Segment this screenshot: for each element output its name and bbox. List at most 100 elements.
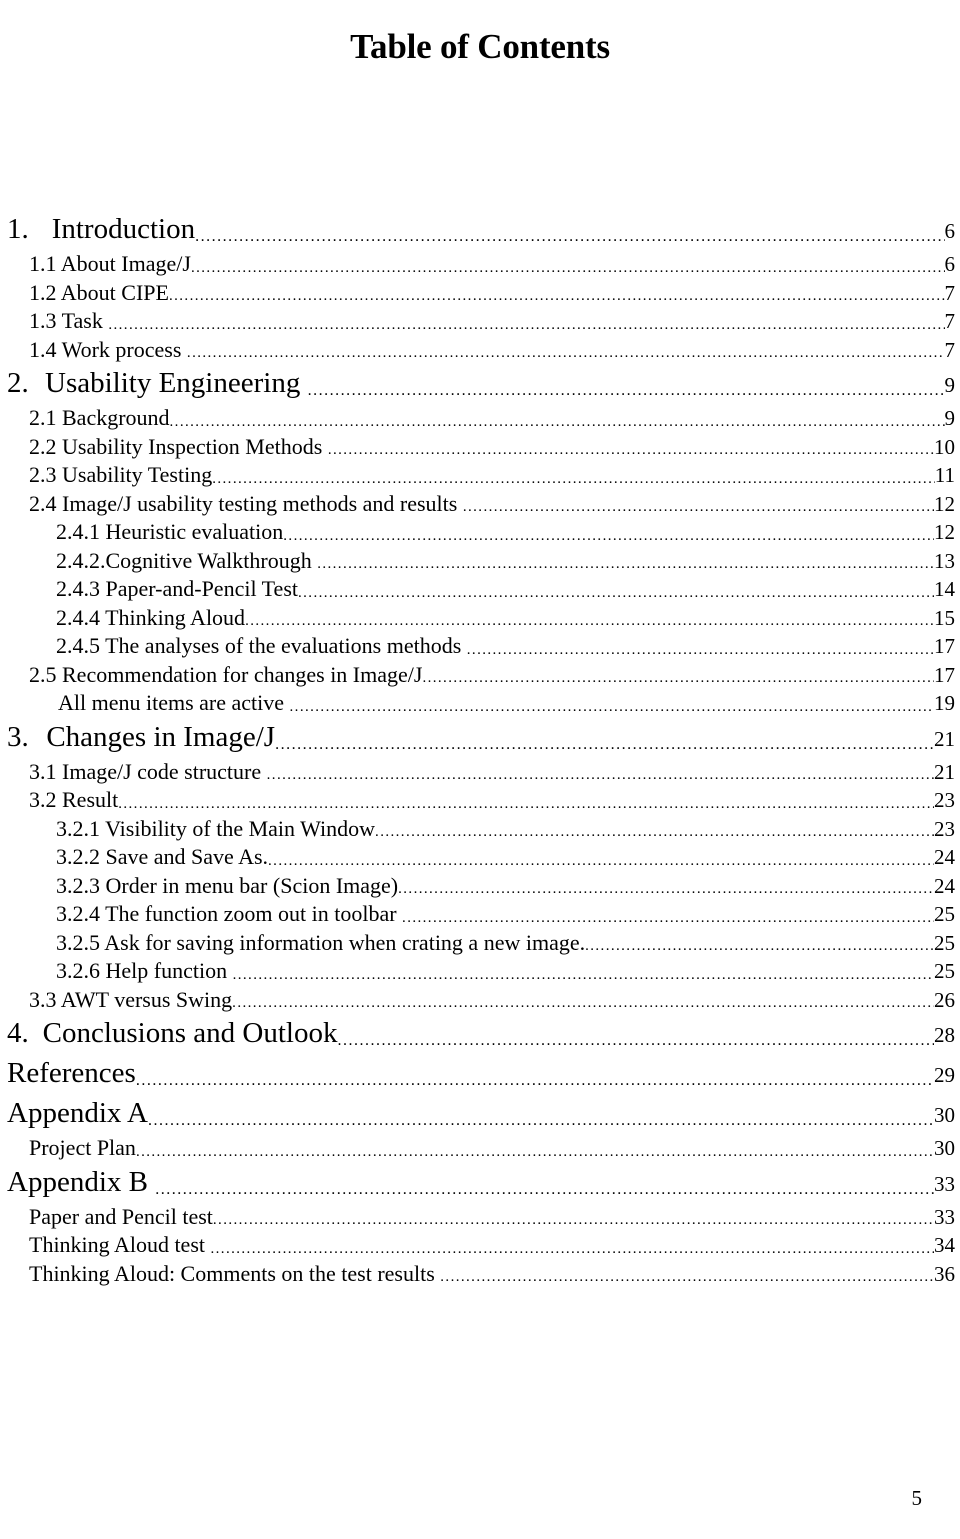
toc-entry[interactable]: 4. Conclusions and Outlook 28	[0, 1014, 960, 1054]
toc-entry[interactable]: 2. Usability Engineering 9	[0, 364, 960, 404]
toc-entry-label: Introduction	[51, 213, 196, 245]
toc-entry[interactable]: 2.4.4 Thinking Aloud 15	[0, 604, 960, 633]
toc-entry[interactable]: 2.4 Image/J usability testing methods an…	[0, 490, 960, 519]
toc-entry-page-number: 25	[934, 930, 955, 955]
dot-leader	[328, 446, 934, 461]
toc-entry-page-number: 10	[934, 434, 955, 459]
toc-entry[interactable]: Appendix B 33	[0, 1163, 960, 1203]
toc-entry-number: 4.	[7, 1017, 29, 1049]
toc-entry-page-number: 6	[944, 252, 956, 276]
toc-entry[interactable]: 3.2 Result 23	[0, 786, 960, 815]
toc-entry-page-number: 30	[934, 1136, 955, 1160]
dot-leader	[268, 857, 934, 872]
toc-entry-page-number: 24	[934, 845, 955, 869]
toc-entry[interactable]: 1.4 Work process 7	[0, 336, 960, 365]
toc-entry-page-number: 30	[934, 1103, 955, 1127]
dot-leader	[213, 1216, 934, 1231]
dot-leader	[108, 321, 944, 336]
dot-leader	[211, 1245, 935, 1260]
toc-entry-label: 2.4.2.Cognitive Walkthrough	[56, 547, 318, 573]
toc-entry[interactable]: 2.2 Usability Inspection Methods 10	[0, 433, 960, 462]
dot-leader	[440, 1273, 934, 1288]
toc-entry-page-number: 7	[944, 337, 956, 362]
dot-leader	[298, 589, 934, 604]
toc-entry[interactable]: Paper and Pencil test 33	[0, 1203, 960, 1232]
toc-entry-label: 1.1 About Image/J	[29, 251, 191, 276]
toc-entry[interactable]: All menu items are active 19	[0, 689, 960, 718]
document-page: Table of Contents 1.Introduction61.1 Abo…	[0, 0, 960, 1539]
toc-entry[interactable]: 1.1 About Image/J 6	[0, 250, 960, 279]
toc-entry-page-number: 6	[944, 219, 956, 243]
toc-entry[interactable]: Thinking Aloud: Comments on the test res…	[0, 1260, 960, 1289]
toc-entry-page-number: 23	[934, 816, 955, 841]
toc-entry[interactable]: 1. Introduction 6	[0, 210, 960, 250]
toc-entry-label: Conclusions and Outlook	[42, 1017, 338, 1049]
toc-entry-label: 3.2 Result	[29, 787, 119, 812]
toc-entry-page-number: 9	[944, 373, 956, 397]
toc-entry-page-number: 14	[934, 577, 955, 601]
toc-entry[interactable]: 2.3 Usability Testing 11	[0, 461, 960, 490]
toc-entry-page-number: 34	[934, 1233, 955, 1257]
dot-leader	[317, 560, 934, 575]
toc-entry[interactable]: 2.5 Recommendation for changes in Image/…	[0, 661, 960, 690]
toc-entry[interactable]: 3.2.5 Ask for saving information when cr…	[0, 929, 960, 958]
toc-entry-label: 3.2.3 Order in menu bar (Scion Image)	[56, 872, 399, 898]
toc-entry[interactable]: 3.2.6 Help function 25	[0, 957, 960, 986]
page-title: Table of Contents	[350, 27, 610, 67]
toc-entry-label: 3.2.4 The function zoom out in toolbar	[56, 901, 403, 926]
toc-entry-label: References	[7, 1057, 136, 1089]
toc-entry-page-number: 7	[944, 280, 956, 305]
toc-entry-label: 2.2 Usability Inspection Methods	[29, 433, 328, 459]
toc-entry-label: 2.4.5 The analyses of the evaluations me…	[56, 633, 467, 658]
toc-entry[interactable]: 2.4.1 Heuristic evaluation 12	[0, 518, 960, 547]
toc-entry-page-number: 12	[934, 520, 955, 544]
toc-entry[interactable]: Thinking Aloud test 34	[0, 1231, 960, 1260]
toc-entry[interactable]: 3. Changes in Image/J 21	[0, 718, 960, 758]
dot-leader	[337, 1038, 934, 1054]
toc-entry[interactable]: 1.3 Task 7	[0, 307, 960, 336]
dot-leader	[148, 1118, 934, 1134]
toc-entry[interactable]: 3.2.3 Order in menu bar (Scion Image) 24	[0, 872, 960, 901]
toc-entry[interactable]: 2.4.3 Paper-and-Pencil Test 14	[0, 575, 960, 604]
dot-leader	[136, 1148, 934, 1163]
toc-entry[interactable]: 3.2.4 The function zoom out in toolbar 2…	[0, 900, 960, 929]
toc-entry[interactable]: References 29	[0, 1054, 960, 1094]
toc-entry[interactable]: 3.1 Image/J code structure 21	[0, 758, 960, 787]
toc-entry-label: 2.4.1 Heuristic evaluation	[56, 519, 284, 544]
toc-entry-label: 3.1 Image/J code structure	[29, 758, 267, 784]
toc-entry-page-number: 9	[944, 406, 956, 430]
toc-entry-number: 3.	[7, 720, 29, 753]
toc-entry[interactable]: 1.2 About CIPE 7	[0, 279, 960, 308]
toc-entry-page-number: 17	[934, 662, 955, 687]
toc-entry-label: 2.4.3 Paper-and-Pencil Test	[56, 576, 298, 601]
toc-entry-page-number: 11	[934, 463, 955, 487]
toc-entry-label: Project Plan	[29, 1135, 136, 1160]
toc-entry-label: 3.2.5 Ask for saving information when cr…	[56, 929, 586, 955]
toc-entry-label: Appendix B	[7, 1165, 156, 1198]
toc-entry[interactable]: 2.4.2.Cognitive Walkthrough 13	[0, 547, 960, 576]
dot-leader	[290, 703, 934, 718]
toc-entry[interactable]: Project Plan 30	[0, 1134, 960, 1163]
toc-entry-page-number: 26	[934, 987, 955, 1012]
toc-entry[interactable]: 2.1 Background 9	[0, 404, 960, 433]
toc-entry-page-number: 25	[934, 902, 955, 926]
toc-entry-label: 3.3 AWT versus Swing	[29, 986, 233, 1012]
dot-leader	[267, 771, 934, 786]
dot-leader	[232, 999, 934, 1014]
toc-entry[interactable]: 2.4.5 The analyses of the evaluations me…	[0, 632, 960, 661]
dot-leader	[170, 418, 945, 433]
toc-entry-page-number: 24	[934, 873, 955, 898]
toc-entry-label: Thinking Aloud: Comments on the test res…	[29, 1260, 441, 1286]
toc-entry-label: 2.4.4 Thinking Aloud	[56, 604, 246, 630]
toc-entry-page-number: 13	[934, 548, 955, 573]
toc-entry[interactable]: 3.2.2 Save and Save As. 24	[0, 843, 960, 872]
toc-entry[interactable]: 3.2.1 Visibility of the Main Window 23	[0, 815, 960, 844]
dot-leader	[402, 914, 934, 929]
toc-entry-label: Thinking Aloud test	[29, 1232, 211, 1257]
toc-entry[interactable]: Appendix A 30	[0, 1094, 960, 1134]
dot-leader	[233, 971, 934, 986]
dot-leader	[169, 292, 945, 307]
toc-entry[interactable]: 3.3 AWT versus Swing 26	[0, 986, 960, 1015]
table-of-contents-list: 1. Introduction 6 1.1 About Image/J 6 1.2 Abo…	[0, 210, 960, 1288]
dot-leader	[245, 617, 934, 632]
